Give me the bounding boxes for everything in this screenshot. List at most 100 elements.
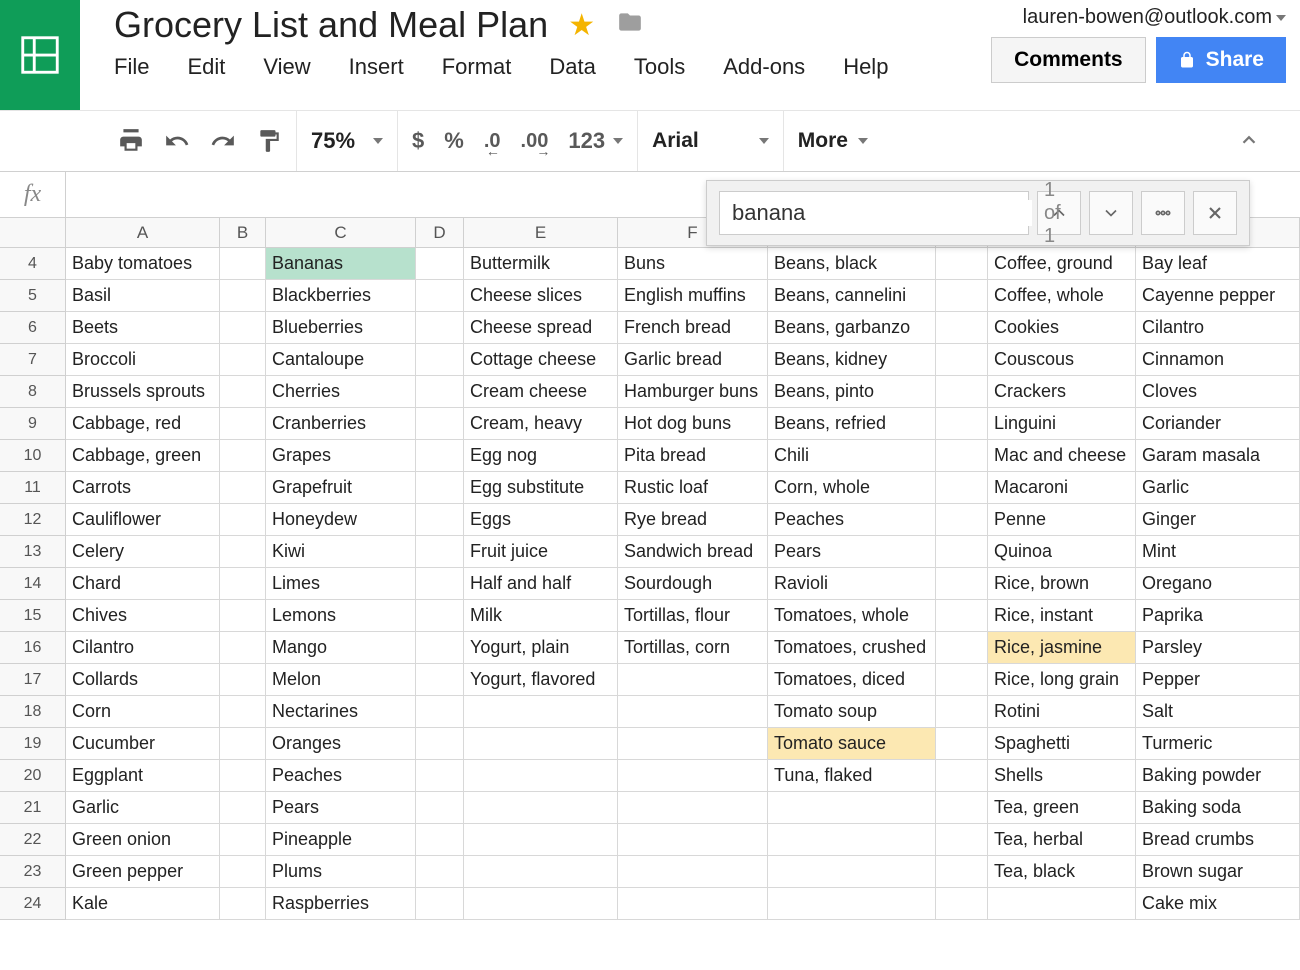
cell-B18[interactable] <box>220 696 266 728</box>
cell-B12[interactable] <box>220 504 266 536</box>
cell-D7[interactable] <box>416 344 464 376</box>
cell-C9[interactable]: Cranberries <box>266 408 416 440</box>
cell-G7[interactable]: Beans, kidney <box>768 344 936 376</box>
cell-D5[interactable] <box>416 280 464 312</box>
row-header-20[interactable]: 20 <box>0 760 66 792</box>
menu-help[interactable]: Help <box>843 54 888 80</box>
cell-A17[interactable]: Collards <box>66 664 220 696</box>
find-next-button[interactable] <box>1089 191 1133 235</box>
cell-G5[interactable]: Beans, cannelini <box>768 280 936 312</box>
cell-F22[interactable] <box>618 824 768 856</box>
cell-H12[interactable] <box>936 504 988 536</box>
cell-H10[interactable] <box>936 440 988 472</box>
cell-I18[interactable]: Rotini <box>988 696 1136 728</box>
cell-I4[interactable]: Coffee, ground <box>988 248 1136 280</box>
cell-D24[interactable] <box>416 888 464 920</box>
cell-B24[interactable] <box>220 888 266 920</box>
cell-I13[interactable]: Quinoa <box>988 536 1136 568</box>
cell-D12[interactable] <box>416 504 464 536</box>
cell-B23[interactable] <box>220 856 266 888</box>
cell-C19[interactable]: Oranges <box>266 728 416 760</box>
cell-D23[interactable] <box>416 856 464 888</box>
cell-B9[interactable] <box>220 408 266 440</box>
cell-I12[interactable]: Penne <box>988 504 1136 536</box>
cell-C6[interactable]: Blueberries <box>266 312 416 344</box>
cell-E18[interactable] <box>464 696 618 728</box>
cell-G24[interactable] <box>768 888 936 920</box>
cell-B17[interactable] <box>220 664 266 696</box>
cell-E11[interactable]: Egg substitute <box>464 472 618 504</box>
cell-C23[interactable]: Plums <box>266 856 416 888</box>
row-header-19[interactable]: 19 <box>0 728 66 760</box>
cell-D8[interactable] <box>416 376 464 408</box>
cell-A15[interactable]: Chives <box>66 600 220 632</box>
cell-C12[interactable]: Honeydew <box>266 504 416 536</box>
cell-H14[interactable] <box>936 568 988 600</box>
cell-A8[interactable]: Brussels sprouts <box>66 376 220 408</box>
cell-C5[interactable]: Blackberries <box>266 280 416 312</box>
cell-I5[interactable]: Coffee, whole <box>988 280 1136 312</box>
row-header-10[interactable]: 10 <box>0 440 66 472</box>
sheets-logo[interactable] <box>0 0 80 110</box>
cell-I16[interactable]: Rice, jasmine <box>988 632 1136 664</box>
cell-F19[interactable] <box>618 728 768 760</box>
row-header-24[interactable]: 24 <box>0 888 66 920</box>
cell-H11[interactable] <box>936 472 988 504</box>
cell-D21[interactable] <box>416 792 464 824</box>
cell-H23[interactable] <box>936 856 988 888</box>
cell-G11[interactable]: Corn, whole <box>768 472 936 504</box>
menu-edit[interactable]: Edit <box>187 54 225 80</box>
collapse-toolbar-button[interactable] <box>1198 129 1300 154</box>
row-header-8[interactable]: 8 <box>0 376 66 408</box>
column-header-E[interactable]: E <box>464 218 618 248</box>
cell-G19[interactable]: Tomato sauce <box>768 728 936 760</box>
cell-H15[interactable] <box>936 600 988 632</box>
cell-F14[interactable]: Sourdough <box>618 568 768 600</box>
cell-F6[interactable]: French bread <box>618 312 768 344</box>
cell-G21[interactable] <box>768 792 936 824</box>
cell-F12[interactable]: Rye bread <box>618 504 768 536</box>
cell-A14[interactable]: Chard <box>66 568 220 600</box>
cell-E10[interactable]: Egg nog <box>464 440 618 472</box>
folder-icon[interactable] <box>615 9 645 42</box>
cell-H21[interactable] <box>936 792 988 824</box>
cell-D15[interactable] <box>416 600 464 632</box>
cell-C22[interactable]: Pineapple <box>266 824 416 856</box>
zoom-select[interactable]: 75% <box>311 128 383 154</box>
cell-F5[interactable]: English muffins <box>618 280 768 312</box>
cell-A10[interactable]: Cabbage, green <box>66 440 220 472</box>
cell-C8[interactable]: Cherries <box>266 376 416 408</box>
decrease-decimals-button[interactable]: .0 ← <box>484 130 501 153</box>
cell-B11[interactable] <box>220 472 266 504</box>
cell-G8[interactable]: Beans, pinto <box>768 376 936 408</box>
cell-C10[interactable]: Grapes <box>266 440 416 472</box>
row-header-18[interactable]: 18 <box>0 696 66 728</box>
cell-A11[interactable]: Carrots <box>66 472 220 504</box>
cell-G15[interactable]: Tomatoes, whole <box>768 600 936 632</box>
cell-A12[interactable]: Cauliflower <box>66 504 220 536</box>
cell-J6[interactable]: Cilantro <box>1136 312 1300 344</box>
cell-F15[interactable]: Tortillas, flour <box>618 600 768 632</box>
cell-J5[interactable]: Cayenne pepper <box>1136 280 1300 312</box>
cell-A21[interactable]: Garlic <box>66 792 220 824</box>
cell-I19[interactable]: Spaghetti <box>988 728 1136 760</box>
cell-B8[interactable] <box>220 376 266 408</box>
cell-H13[interactable] <box>936 536 988 568</box>
cell-B4[interactable] <box>220 248 266 280</box>
cell-J4[interactable]: Bay leaf <box>1136 248 1300 280</box>
cell-I22[interactable]: Tea, herbal <box>988 824 1136 856</box>
cell-A20[interactable]: Eggplant <box>66 760 220 792</box>
cell-F13[interactable]: Sandwich bread <box>618 536 768 568</box>
cell-H22[interactable] <box>936 824 988 856</box>
cell-F7[interactable]: Garlic bread <box>618 344 768 376</box>
cell-E16[interactable]: Yogurt, plain <box>464 632 618 664</box>
cell-F16[interactable]: Tortillas, corn <box>618 632 768 664</box>
cell-E14[interactable]: Half and half <box>464 568 618 600</box>
cell-I23[interactable]: Tea, black <box>988 856 1136 888</box>
cell-I10[interactable]: Mac and cheese <box>988 440 1136 472</box>
cell-F4[interactable]: Buns <box>618 248 768 280</box>
row-header-16[interactable]: 16 <box>0 632 66 664</box>
cell-B22[interactable] <box>220 824 266 856</box>
cell-F10[interactable]: Pita bread <box>618 440 768 472</box>
cell-A19[interactable]: Cucumber <box>66 728 220 760</box>
